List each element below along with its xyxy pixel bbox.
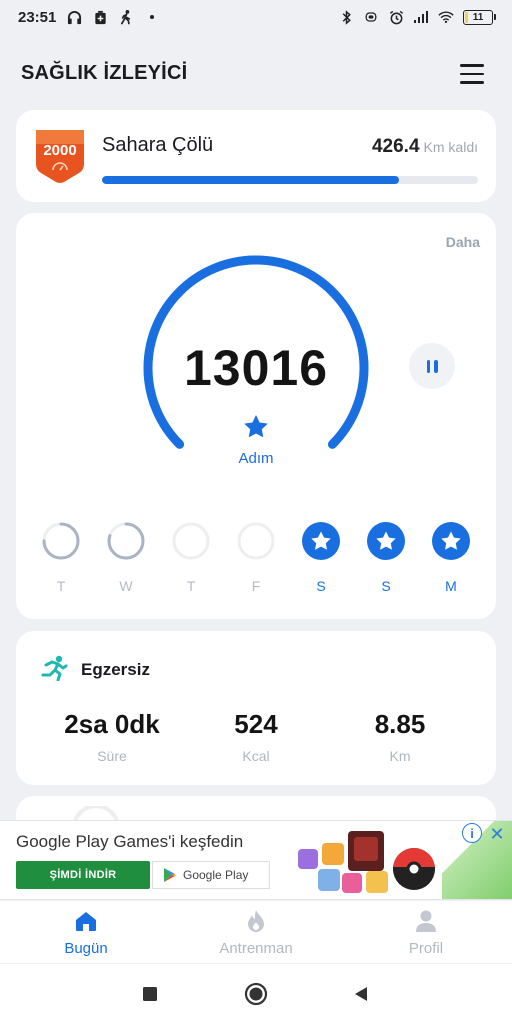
- exercise-stat-kcal: 524 Kcal: [181, 709, 331, 764]
- headphones-icon: [66, 9, 82, 25]
- day-star-icon: [302, 522, 340, 560]
- challenge-progress-fill: [102, 176, 400, 184]
- exercise-card[interactable]: Egzersiz 2sa 0dk Süre 524 Kcal 8.85 Km: [16, 631, 496, 785]
- day-label: T: [56, 578, 66, 594]
- alarm-icon: [388, 9, 404, 25]
- status-bar: 23:51 11: [0, 0, 512, 36]
- kcal-value: 524: [234, 709, 278, 739]
- remaining-unit: Km kaldı: [423, 139, 478, 155]
- pause-button[interactable]: [409, 343, 455, 389]
- battery-icon: 11: [463, 9, 496, 25]
- app-title: SAĞLIK İZLEYİCİ: [21, 62, 188, 84]
- day-label: F: [251, 578, 261, 594]
- pause-icon: [426, 359, 430, 373]
- nav-item-profil[interactable]: Profil: [366, 907, 486, 957]
- day-label: W: [119, 578, 133, 594]
- weekly-progress: TWTFSSM: [16, 521, 496, 601]
- day-indicator: T: [41, 521, 81, 594]
- duration-label: Süre: [97, 748, 127, 764]
- system-navigation-bar: [0, 963, 512, 1024]
- steps-count: 13016: [183, 340, 329, 396]
- home-icon: [26, 907, 146, 935]
- day-label: S: [316, 578, 326, 594]
- recents-square-icon[interactable]: [138, 982, 162, 1006]
- day-progress-ring: [172, 522, 210, 560]
- exercise-stat-distance: 8.85 Km: [325, 709, 475, 764]
- day-indicator: T: [171, 521, 211, 594]
- nav-item-antrenman[interactable]: Antrenman: [196, 907, 316, 957]
- star-icon: [244, 415, 268, 438]
- status-time: 23:51: [18, 9, 57, 26]
- nav-label-bugun: Bugün: [64, 940, 108, 957]
- steps-unit-label: Adım: [238, 450, 274, 467]
- running-person-icon: [40, 655, 68, 686]
- walking-icon: [118, 9, 134, 25]
- dot-icon: [144, 9, 160, 25]
- remaining-value: 426.4: [371, 136, 420, 157]
- day-progress-ring: [42, 522, 80, 560]
- badge-number: 2000: [43, 142, 76, 159]
- home-circle-icon[interactable]: [244, 982, 268, 1006]
- duration-value: 2sa 0dk: [64, 709, 160, 739]
- person-icon: [366, 907, 486, 935]
- challenge-card[interactable]: 2000 Sahara Çölü 426.4 Km kaldı: [16, 110, 496, 202]
- distance-label: Km: [389, 748, 411, 764]
- battery-saver-icon: [92, 9, 108, 25]
- hamburger-menu-icon[interactable]: [460, 64, 484, 84]
- wifi-icon: [438, 9, 454, 25]
- nav-item-bugun[interactable]: Bugün: [26, 907, 146, 957]
- ad-close-icon[interactable]: ✕: [486, 823, 508, 845]
- back-triangle-icon[interactable]: [349, 982, 373, 1006]
- ad-title: Google Play Games'i keşfedin: [16, 832, 244, 851]
- day-star-icon: [432, 522, 470, 560]
- nav-label-profil: Profil: [408, 940, 444, 957]
- challenge-name: Sahara Çölü: [102, 134, 214, 156]
- kcal-label: Kcal: [242, 748, 270, 764]
- challenge-progress-bar: [102, 176, 478, 184]
- app-bar: SAĞLIK İZLEYİCİ: [0, 46, 512, 102]
- day-indicator: W: [106, 521, 146, 594]
- exercise-title: Egzersiz: [81, 660, 150, 679]
- day-label: S: [381, 578, 391, 594]
- ad-install-button[interactable]: ŞİMDİ İNDİR: [16, 861, 150, 889]
- day-label: M: [445, 578, 457, 594]
- day-indicator: M: [431, 521, 471, 594]
- google-play-badge[interactable]: Google Play: [152, 861, 270, 889]
- google-play-icon: [164, 868, 177, 882]
- nav-label-antrenman: Antrenman: [219, 940, 293, 957]
- challenge-badge: 2000: [34, 128, 86, 189]
- google-play-label: Google Play: [183, 868, 249, 882]
- challenge-remaining: 426.4 Km kaldı: [372, 136, 478, 158]
- bottom-navigation: Bugün Antrenman Profil: [0, 901, 512, 963]
- flame-icon: [196, 907, 316, 935]
- day-indicator: S: [301, 521, 341, 594]
- bluetooth-icon: [338, 9, 354, 25]
- distance-value: 8.85: [374, 709, 426, 739]
- ad-banner[interactable]: Google Play Games'i keşfedin ŞİMDİ İNDİR…: [0, 820, 512, 900]
- day-progress-ring: [107, 522, 145, 560]
- day-star-icon: [367, 522, 405, 560]
- steps-card: Daha 13016 Adım TWTFSSM: [16, 213, 496, 619]
- day-indicator: S: [366, 521, 406, 594]
- vibrate-icon: [363, 9, 379, 25]
- battery-level: 11: [472, 11, 484, 23]
- signal-icon: [413, 9, 429, 25]
- day-label: T: [186, 578, 196, 594]
- ad-info-icon[interactable]: i: [462, 823, 482, 843]
- exercise-stat-duration: 2sa 0dk Süre: [37, 709, 187, 764]
- ad-game-art: [298, 831, 435, 893]
- day-indicator: F: [236, 521, 276, 594]
- day-progress-ring: [237, 522, 275, 560]
